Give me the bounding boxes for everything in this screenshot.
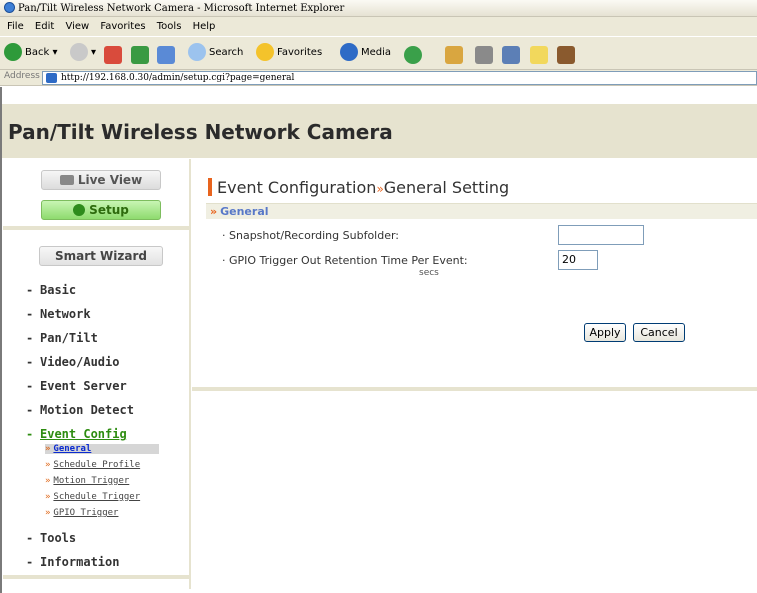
- star-icon: [256, 43, 274, 61]
- sub-motion-trigger[interactable]: » Motion Trigger: [45, 476, 129, 486]
- edit-icon[interactable]: [502, 46, 520, 64]
- sub-general[interactable]: » General: [45, 444, 159, 454]
- discuss-icon[interactable]: [530, 46, 548, 64]
- cancel-button[interactable]: Cancel: [633, 323, 685, 342]
- setup-button[interactable]: Setup: [41, 200, 161, 220]
- sidebar-divider: [189, 159, 191, 589]
- address-label: Address: [4, 71, 40, 81]
- menu-tools[interactable]: Tools: [157, 21, 182, 32]
- window-title: Pan/Tilt Wireless Network Camera - Micro…: [18, 3, 345, 14]
- back-arrow-icon: [4, 43, 22, 61]
- nav-event-server[interactable]: - Event Server: [26, 379, 127, 393]
- secs-unit-label: secs: [419, 268, 439, 278]
- camera-icon: [59, 175, 74, 185]
- forward-button[interactable]: ▾: [70, 43, 96, 63]
- nav-information[interactable]: - Information: [26, 555, 119, 569]
- sidebar-band: [3, 226, 189, 230]
- media-button[interactable]: Media: [340, 43, 391, 63]
- content-panel: Event Configuration»General Setting » Gen…: [192, 159, 757, 387]
- nav-event-config[interactable]: - Event Config: [26, 427, 127, 441]
- content-bottom-band: [192, 387, 757, 391]
- setup-icon: [73, 204, 86, 216]
- toolbar: Back ▾ ▾ Search Favorites Media: [0, 36, 757, 70]
- address-input[interactable]: http://192.168.0.30/admin/setup.cgi?page…: [42, 71, 757, 85]
- favorites-button[interactable]: Favorites: [256, 43, 322, 63]
- nav-pan-tilt[interactable]: - Pan/Tilt: [26, 331, 98, 345]
- address-value: http://192.168.0.30/admin/setup.cgi?page…: [61, 73, 295, 83]
- live-view-button[interactable]: Live View: [41, 170, 161, 190]
- page-icon: [46, 73, 57, 83]
- snapshot-subfolder-input[interactable]: [558, 225, 644, 245]
- nav-tools[interactable]: - Tools: [26, 531, 76, 545]
- snapshot-subfolder-label: · Snapshot/Recording Subfolder:: [222, 229, 400, 242]
- mail-icon[interactable]: [445, 46, 463, 64]
- nav-motion-detect[interactable]: - Motion Detect: [26, 403, 134, 417]
- nav-basic[interactable]: - Basic: [26, 283, 76, 297]
- sub-schedule-trigger[interactable]: » Schedule Trigger: [45, 492, 140, 502]
- menu-edit[interactable]: Edit: [35, 21, 54, 32]
- sub-gpio-trigger[interactable]: » GPIO Trigger: [45, 508, 118, 518]
- page-header: Pan/Tilt Wireless Network Camera: [2, 104, 757, 158]
- address-bar: Address http://192.168.0.30/admin/setup.…: [0, 70, 757, 86]
- stop-icon[interactable]: [104, 46, 122, 64]
- menu-favorites[interactable]: Favorites: [100, 21, 145, 32]
- page-title: Pan/Tilt Wireless Network Camera: [8, 120, 393, 144]
- gpio-retention-input[interactable]: 20: [558, 250, 598, 270]
- print-icon[interactable]: [475, 46, 493, 64]
- section-general: » General: [206, 203, 757, 219]
- menu-help[interactable]: Help: [193, 21, 216, 32]
- back-button[interactable]: Back ▾: [4, 43, 57, 63]
- sub-schedule-profile[interactable]: » Schedule Profile: [45, 460, 140, 470]
- content-heading: Event Configuration»General Setting: [208, 178, 509, 197]
- media-icon: [340, 43, 358, 61]
- home-icon[interactable]: [157, 46, 175, 64]
- messenger-icon[interactable]: [557, 46, 575, 64]
- search-icon: [188, 43, 206, 61]
- search-button[interactable]: Search: [188, 43, 243, 63]
- smart-wizard-button[interactable]: Smart Wizard: [39, 246, 163, 266]
- nav-video-audio[interactable]: - Video/Audio: [26, 355, 119, 369]
- menu-view[interactable]: View: [65, 21, 89, 32]
- gpio-retention-label: · GPIO Trigger Out Retention Time Per Ev…: [222, 254, 468, 267]
- menu-bar: File Edit View Favorites Tools Help: [0, 17, 757, 36]
- sidebar: Live View Setup Smart Wizard - Basic - Net…: [3, 159, 191, 589]
- apply-button[interactable]: Apply: [584, 323, 626, 342]
- nav-network[interactable]: - Network: [26, 307, 91, 321]
- sidebar-bottom-band: [3, 575, 189, 579]
- window-titlebar: Pan/Tilt Wireless Network Camera - Micro…: [0, 0, 757, 17]
- ie-logo-icon: [4, 2, 15, 13]
- forward-arrow-icon: [70, 43, 88, 61]
- heading-accent-bar: [208, 178, 212, 196]
- page: Pan/Tilt Wireless Network Camera Live Vi…: [0, 87, 757, 593]
- history-icon[interactable]: [404, 46, 422, 64]
- menu-file[interactable]: File: [7, 21, 24, 32]
- refresh-icon[interactable]: [131, 46, 149, 64]
